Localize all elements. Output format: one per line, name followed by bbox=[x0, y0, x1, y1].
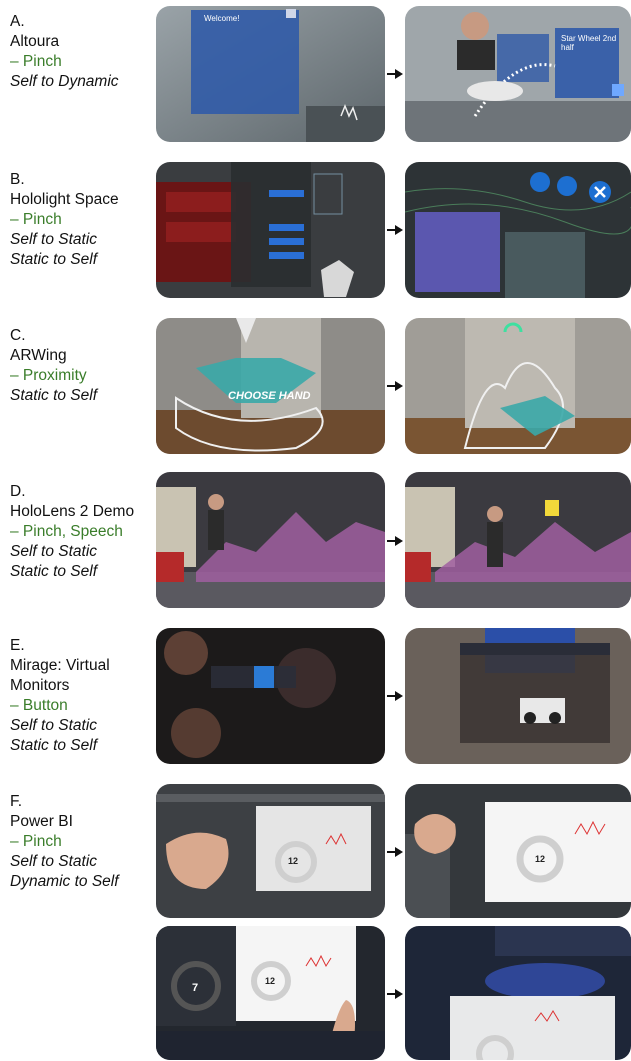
label-method: – Pinch bbox=[10, 53, 62, 70]
label-transition: Static to Self bbox=[10, 251, 98, 268]
screenshot-a-before: Welcome! bbox=[156, 6, 385, 142]
label-a: A. Altoura – Pinch Self to Dynamic bbox=[10, 12, 119, 92]
screenshot-a-after: Star Wheel 2nd half bbox=[405, 6, 631, 142]
screenshot-b-before bbox=[156, 162, 385, 298]
label-transition: Self to Dynamic bbox=[10, 73, 119, 90]
label-transition: Self to Static bbox=[10, 853, 98, 870]
transition-arrow bbox=[387, 69, 403, 79]
screenshot-f-2: 12 bbox=[405, 784, 631, 918]
choose-hand-text: CHOOSE HAND bbox=[228, 390, 311, 402]
transition-arrow bbox=[387, 847, 403, 857]
label-transition: Self to Static bbox=[10, 231, 98, 248]
screenshot-f-1: 12 bbox=[156, 784, 385, 918]
transition-arrow bbox=[387, 225, 403, 235]
label-method: – Proximity bbox=[10, 367, 87, 384]
screenshot-f-3: 12 7 bbox=[156, 926, 385, 1060]
gauge-number: 12 bbox=[288, 856, 299, 866]
screenshot-d-after bbox=[405, 472, 631, 608]
label-letter: C. bbox=[10, 327, 26, 344]
screenshot-c-before: CHOOSE HAND bbox=[156, 318, 385, 454]
label-transition: Self to Static bbox=[10, 543, 98, 560]
label-letter: A. bbox=[10, 13, 25, 30]
label-title-line2: Monitors bbox=[10, 677, 70, 694]
label-e: E. Mirage: Virtual Monitors – Button Sel… bbox=[10, 636, 110, 756]
label-letter: D. bbox=[10, 483, 26, 500]
transition-arrow bbox=[387, 536, 403, 546]
label-title: Mirage: Virtual bbox=[10, 657, 110, 674]
label-method: – Pinch bbox=[10, 833, 62, 850]
label-letter: E. bbox=[10, 637, 25, 654]
transition-arrow bbox=[387, 989, 403, 999]
label-title: Altoura bbox=[10, 33, 60, 50]
screenshot-e-before bbox=[156, 628, 385, 764]
screenshot-d-before bbox=[156, 472, 385, 608]
screenshot-c-after bbox=[405, 318, 631, 454]
screenshot-e-after bbox=[405, 628, 631, 764]
label-title: HoloLens 2 Demo bbox=[10, 503, 135, 520]
welcome-dialog-title: Welcome! bbox=[204, 14, 240, 23]
label-letter: B. bbox=[10, 171, 25, 188]
gauge-number: 12 bbox=[265, 976, 276, 986]
label-c: C. ARWing – Proximity Static to Self bbox=[10, 326, 97, 406]
label-title: Hololight Space bbox=[10, 191, 119, 208]
transition-arrow bbox=[387, 691, 403, 701]
card-title: Star Wheel 2nd half bbox=[561, 34, 617, 52]
label-b: B. Hololight Space – Pinch Self to Stati… bbox=[10, 170, 119, 270]
label-d: D. HoloLens 2 Demo – Pinch, Speech Self … bbox=[10, 482, 134, 582]
humidity-number: 7 bbox=[192, 982, 199, 994]
label-letter: F. bbox=[10, 793, 23, 810]
label-transition: Dynamic to Self bbox=[10, 873, 119, 890]
label-title: ARWing bbox=[10, 347, 67, 364]
label-f: F. Power BI – Pinch Self to Static Dynam… bbox=[10, 792, 119, 892]
label-method: – Button bbox=[10, 697, 68, 714]
label-method: – Pinch, Speech bbox=[10, 523, 123, 540]
label-transition: Static to Self bbox=[10, 737, 98, 754]
screenshot-b-after bbox=[405, 162, 631, 298]
transition-arrow bbox=[387, 381, 403, 391]
label-transition: Static to Self bbox=[10, 563, 98, 580]
label-title: Power BI bbox=[10, 813, 73, 830]
gauge-number: 12 bbox=[535, 854, 546, 864]
label-transition: Static to Self bbox=[10, 387, 98, 404]
screenshot-f-4 bbox=[405, 926, 631, 1060]
label-transition: Self to Static bbox=[10, 717, 98, 734]
label-method: – Pinch bbox=[10, 211, 62, 228]
